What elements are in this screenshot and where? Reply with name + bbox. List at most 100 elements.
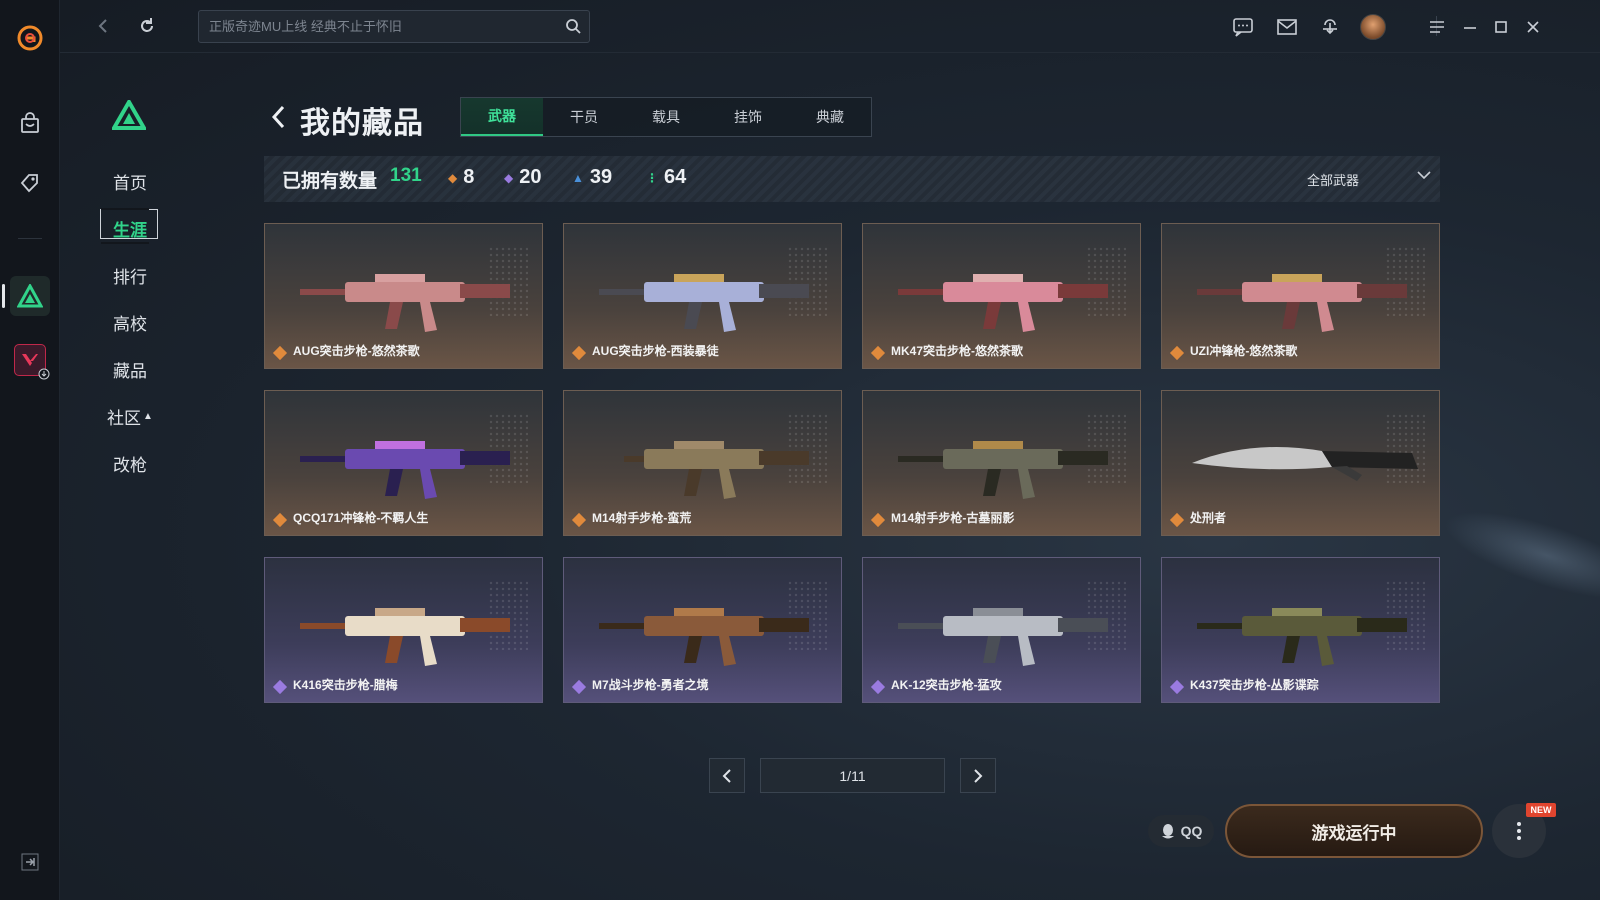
next-page-button[interactable] xyxy=(960,758,996,793)
collection-item-card[interactable]: M14射手步枪-古墓丽影 xyxy=(862,390,1141,536)
nav-label: 藏品 xyxy=(113,362,147,381)
rarity-diamond-icon xyxy=(870,512,886,528)
nav-item-home[interactable]: 首页 xyxy=(100,158,160,205)
search-icon[interactable] xyxy=(565,18,581,39)
nav-item-college[interactable]: 高校 xyxy=(100,299,160,346)
collection-item-card[interactable]: K416突击步枪-腊梅 xyxy=(264,557,543,703)
collection-item-card[interactable]: QCQ171冲锋枪-不羁人生 xyxy=(264,390,543,536)
item-name: AUG突击步枪-西装暴徒 xyxy=(592,344,719,358)
nav-label: 首页 xyxy=(113,174,147,193)
weapon-filter-dropdown[interactable]: 全部武器 xyxy=(1307,167,1432,191)
tab-weapons[interactable]: 武器 xyxy=(461,98,543,136)
chevron-down-icon xyxy=(1416,169,1432,184)
item-name: QCQ171冲锋枪-不羁人生 xyxy=(293,511,429,525)
collection-item-card[interactable]: 处刑者 xyxy=(1161,390,1440,536)
vertical-dots-icon xyxy=(1517,822,1521,840)
game-valorant-icon[interactable] xyxy=(0,340,60,380)
game-delta-icon[interactable] xyxy=(0,276,60,316)
item-name: 处刑者 xyxy=(1190,511,1227,525)
collection-item-card[interactable]: K437突击步枪-丛影谍踪 xyxy=(1161,557,1440,703)
background-light-streak xyxy=(1435,493,1600,607)
download-icon[interactable] xyxy=(1315,12,1345,42)
qq-button[interactable]: QQ xyxy=(1148,815,1214,847)
rarity-count-value: 64 xyxy=(664,166,687,188)
weapon-image xyxy=(898,274,1108,332)
store-bag-icon[interactable] xyxy=(0,103,60,143)
item-name: M14射手步枪-古墓丽影 xyxy=(891,511,1015,525)
page-back-button[interactable] xyxy=(266,102,290,132)
nav-item-ranking[interactable]: 排行 xyxy=(100,252,160,299)
weapon-image xyxy=(624,441,809,499)
dots-icon: ⋮ xyxy=(646,170,658,185)
section-nav: 首页 生涯 排行 高校 藏品 社区 ▲ 改枪 xyxy=(100,158,160,487)
nav-label: 高校 xyxy=(113,315,147,334)
tab-charms[interactable]: 挂饰 xyxy=(707,98,789,136)
user-avatar[interactable] xyxy=(1358,12,1388,42)
refresh-button[interactable] xyxy=(132,11,162,41)
collection-item-card[interactable]: M7战斗步枪-勇者之境 xyxy=(563,557,842,703)
rarity-diamond-icon xyxy=(870,345,886,361)
item-name: AK-12突击步枪-猛攻 xyxy=(891,678,1002,692)
tab-archive[interactable]: 典藏 xyxy=(789,98,871,136)
nav-label: 排行 xyxy=(113,268,147,287)
app-logo-icon[interactable] xyxy=(0,18,60,58)
page-title: 我的藏品 xyxy=(300,107,424,140)
item-name: MK47突击步枪-悠然茶歌 xyxy=(891,344,1024,358)
rarity-diamond-icon xyxy=(1169,345,1185,361)
rarity-count-value: 8 xyxy=(463,166,475,188)
rarity-diamond-icon xyxy=(571,512,587,528)
item-name: AUG突击步枪-悠然茶歌 xyxy=(293,344,420,358)
nav-item-collection[interactable]: 藏品 xyxy=(100,346,160,393)
ownership-stats-bar: 已拥有数量 131 ◆ 8 ◆ 20 ▲ 39 ⋮ 64 全部武器 xyxy=(264,156,1440,202)
discount-tag-icon[interactable] xyxy=(0,163,60,203)
back-nav-button[interactable] xyxy=(88,11,118,41)
chat-icon[interactable] xyxy=(1228,12,1258,42)
weapon-image xyxy=(599,608,809,666)
rarity-count-value: 20 xyxy=(519,166,542,188)
game-running-button[interactable]: 游戏运行中 xyxy=(1225,804,1483,858)
nav-item-career[interactable]: 生涯 xyxy=(100,205,160,252)
chevron-up-icon: ▲ xyxy=(143,411,153,422)
collection-item-card[interactable]: MK47突击步枪-悠然茶歌 xyxy=(862,223,1141,369)
triangle-icon: ▲ xyxy=(572,170,584,185)
category-tabs: 武器 干员 载具 挂饰 典藏 xyxy=(460,97,872,137)
owned-count-value: 131 xyxy=(390,165,422,186)
nav-item-community[interactable]: 社区 ▲ xyxy=(100,393,160,440)
collection-item-card[interactable]: AUG突击步枪-悠然茶歌 xyxy=(264,223,543,369)
owned-count-label: 已拥有数量 xyxy=(282,171,378,192)
close-icon[interactable] xyxy=(1518,12,1548,42)
collection-item-card[interactable]: M14射手步枪-蛮荒 xyxy=(563,390,842,536)
diamond-icon: ◆ xyxy=(504,170,514,185)
rarity-diamond-icon xyxy=(571,679,587,695)
collapse-sidebar-icon[interactable] xyxy=(0,842,60,882)
collection-item-card[interactable]: AK-12突击步枪-猛攻 xyxy=(862,557,1141,703)
tab-vehicles[interactable]: 载具 xyxy=(625,98,707,136)
mail-icon[interactable] xyxy=(1272,12,1302,42)
search-box xyxy=(198,10,590,43)
item-name: M14射手步枪-蛮荒 xyxy=(592,511,692,525)
qq-penguin-icon xyxy=(1161,824,1174,839)
menu-icon[interactable] xyxy=(1422,12,1452,42)
nav-item-gunsmith[interactable]: 改枪 xyxy=(100,440,160,487)
rarity-diamond-icon xyxy=(272,679,288,695)
weapon-image xyxy=(898,608,1108,666)
qq-label: QQ xyxy=(1180,823,1203,839)
rarity-diamond-icon xyxy=(1169,679,1185,695)
rarity-count-green: ⋮ 64 xyxy=(646,166,686,189)
nav-label: 社区 xyxy=(107,409,142,428)
weapon-image xyxy=(300,608,510,666)
delta-force-logo-icon xyxy=(110,97,148,135)
prev-page-button[interactable] xyxy=(709,758,745,793)
tab-operators[interactable]: 干员 xyxy=(543,98,625,136)
maximize-icon[interactable] xyxy=(1486,12,1516,42)
minimize-icon[interactable] xyxy=(1455,12,1485,42)
new-badge: NEW xyxy=(1526,803,1556,817)
diamond-icon: ◆ xyxy=(448,170,458,185)
rarity-diamond-icon xyxy=(272,345,288,361)
rarity-diamond-icon xyxy=(272,512,288,528)
search-input[interactable] xyxy=(209,11,549,42)
item-name: UZI冲锋枪-悠然茶歌 xyxy=(1190,344,1298,358)
collection-item-card[interactable]: AUG突击步枪-西装暴徒 xyxy=(563,223,842,369)
rarity-count-blue: ▲ 39 xyxy=(572,166,612,189)
collection-item-card[interactable]: UZI冲锋枪-悠然茶歌 xyxy=(1161,223,1440,369)
